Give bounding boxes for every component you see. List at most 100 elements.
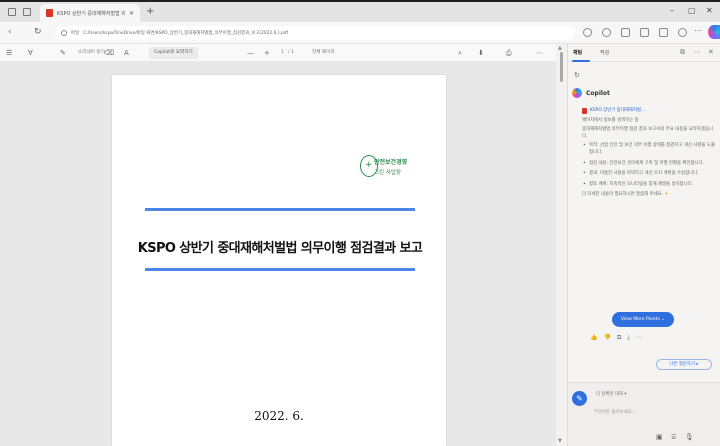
response-intro: 중대재해처벌법 의무이행 점검 결과 보고서의 주요 내용을 요약하겠습니다. (582, 127, 713, 139)
tab-title: KSPO 상반기 중대재해처벌법 의... (57, 10, 125, 17)
workspaces-icon[interactable] (23, 8, 31, 16)
fit-page-button[interactable]: 전체 페이지 (312, 49, 335, 57)
response-outro: 더 자세한 내용이 필요하시면 말씀해 주세요. ✦ (582, 192, 716, 199)
pdf-source-icon (582, 108, 587, 115)
favorites-icon[interactable] (640, 28, 649, 37)
document-date: 2022. 6. (254, 409, 304, 423)
highlight-icon[interactable]: ∀ (28, 48, 33, 58)
scroll-up-icon[interactable]: ▲ (558, 45, 562, 51)
safety-seal-logo: + 안전보건경영 그린 사업장 (360, 153, 434, 183)
address-url[interactable]: C:/Users/kspo/OneDrive/바탕 화면/KSPO_상반기_중대… (83, 30, 288, 36)
tab-compose[interactable]: 작성 (600, 49, 609, 56)
profile-icon[interactable] (8, 8, 16, 16)
pdf-icon (46, 9, 53, 17)
sidebar-close-icon[interactable]: ✕ (708, 48, 714, 56)
open-new-tab-icon[interactable]: ⧉ (680, 48, 685, 57)
favorite-star-icon[interactable] (602, 28, 611, 37)
read-aloud-icon[interactable] (583, 28, 592, 37)
pdf-toolbar: ☰ ∀ ✎ ⌫ A 소리내어 읽기 Copilot로 요약하기 — + 1 / … (0, 44, 567, 62)
erase-icon[interactable]: ⌫ (104, 48, 114, 58)
response-bullets: 목적: 산업 안전 및 보건 의무 이행 상태를 점검하고 개선 사항을 도출합… (582, 143, 716, 188)
read-aloud-button[interactable]: 소리내어 읽기 (78, 49, 105, 57)
sparkle-icon: ✦ (664, 192, 669, 198)
thumbs-up-icon[interactable]: 👍 (590, 334, 597, 342)
file-info-icon[interactable] (61, 30, 67, 36)
seal-cross-icon: + (365, 160, 373, 170)
close-tab-icon[interactable]: ✕ (129, 10, 134, 17)
suggestion-chip[interactable]: 다른 질문하기 ▸ (656, 359, 712, 370)
print-icon[interactable]: ⎙ (506, 48, 512, 58)
source-label[interactable]: KSPO 상반기 중대재해처벌... (590, 108, 645, 115)
browser-window: KSPO 상반기 중대재해처벌법 의... ✕ + – ▢ ✕ ‹ ↻ 파일 C… (0, 0, 720, 446)
more-options-icon[interactable]: ⋯ (536, 48, 543, 58)
seal-line-1: 안전보건경영 (374, 159, 408, 166)
page-total: / 1 (288, 50, 294, 55)
maximize-button[interactable]: ▢ (688, 6, 696, 16)
list-item: 결과: 미흡한 사항을 파악하고 개선 조치 계획을 수립합니다. (582, 171, 716, 178)
minimize-button[interactable]: – (670, 6, 674, 16)
screenshot-icon[interactable]: ⌸ (672, 433, 676, 442)
contents-icon[interactable]: ☰ (6, 48, 12, 58)
copilot-header: Copilot (572, 88, 610, 98)
zoom-out-button[interactable]: — (247, 48, 254, 58)
more-actions-icon[interactable]: ⋯ (636, 334, 642, 342)
collections-icon[interactable] (659, 28, 668, 37)
export-icon[interactable]: ⤓ (627, 334, 630, 342)
source-reference[interactable]: KSPO 상반기 중대재해처벌... (582, 108, 716, 115)
tab-strip: KSPO 상반기 중대재해처벌법 의... ✕ + – ▢ ✕ (0, 2, 720, 22)
list-item: 향후 계획: 지속적인 모니터링을 통해 재발을 방지합니다. (582, 182, 716, 189)
list-item: 목적: 산업 안전 및 보건 의무 이행 상태를 점검하고 개선 사항을 도출합… (582, 143, 716, 156)
outro-text: 더 자세한 내용이 필요하시면 말씀해 주세요. (582, 192, 664, 198)
new-tab-button[interactable]: + (146, 7, 154, 17)
chat-input[interactable]: 무엇이든 물어보세요... (594, 405, 716, 421)
document-viewer[interactable]: + 안전보건경영 그린 사업장 KSPO 상반기 중대재해처벌법 의무이행 점검… (0, 62, 556, 446)
active-tab-indicator (572, 60, 590, 62)
chat-input-dock: ✎ 더 정확한 대화 ▾ 무엇이든 물어보세요... ▣ ⌸ 🎙 (568, 382, 720, 446)
pdf-page: + 안전보건경영 그린 사업장 KSPO 상반기 중대재해처벌법 의무이행 점검… (112, 75, 446, 446)
page-number-input[interactable]: 1 (281, 49, 284, 57)
more-menu-icon[interactable]: ⋯ (694, 26, 703, 35)
thumbs-down-icon[interactable]: 👎 (603, 334, 610, 342)
address-bar[interactable]: 파일 C:/Users/kspo/OneDrive/바탕 화면/KSPO_상반기… (55, 26, 575, 40)
tab-chat[interactable]: 채팅 (573, 49, 582, 56)
copy-icon[interactable]: ⧉ (617, 334, 621, 342)
scroll-thumb[interactable] (560, 52, 563, 82)
seal-line-2: 그린 사업장 (374, 170, 402, 176)
title-rule-top (145, 208, 415, 211)
refresh-chat-icon[interactable]: ↻ (574, 71, 580, 79)
document-title: KSPO 상반기 중대재해처벌법 의무이행 점검결과 보고 (137, 241, 423, 256)
sidebar-tabs: 채팅 작성 ⧉ ⋯ ✕ (568, 44, 720, 62)
list-item: 점검 내용: 안전보건 관리체계 구축 및 이행 현황을 확인합니다. (582, 161, 716, 168)
address-row: ‹ ↻ 파일 C:/Users/kspo/OneDrive/바탕 화면/KSPO… (0, 22, 720, 44)
conversation-mode-select[interactable]: 더 정확한 대화 ▾ (596, 391, 627, 397)
split-screen-icon[interactable] (621, 28, 630, 37)
microphone-icon[interactable]: 🎙 (685, 433, 694, 442)
source-note: 페이지에서 정보를 검색하는 중 (582, 117, 639, 123)
search-icon[interactable]: ⌕ (458, 48, 462, 58)
copilot-logo-icon (572, 88, 582, 98)
address-prefix: 파일 (71, 31, 80, 36)
add-text-icon[interactable]: A (124, 48, 129, 58)
new-topic-button[interactable]: ✎ (572, 391, 587, 406)
tab-pdf-document[interactable]: KSPO 상반기 중대재해처벌법 의... ✕ (40, 4, 140, 22)
image-upload-icon[interactable]: ▣ (656, 433, 663, 442)
back-icon[interactable]: ‹ (8, 27, 12, 38)
draw-icon[interactable]: ✎ (60, 48, 66, 58)
copilot-sidebar: 채팅 작성 ⧉ ⋯ ✕ ↻ Copilot KSPO 상반기 중대재해처벌...… (567, 44, 720, 446)
copilot-sidebar-button[interactable] (708, 25, 720, 39)
close-window-button[interactable]: ✕ (706, 6, 713, 16)
refresh-icon[interactable]: ↻ (34, 27, 42, 38)
copilot-response: KSPO 상반기 중대재해처벌... 페이지에서 정보를 검색하는 중 중대재해… (582, 108, 716, 199)
sidebar-more-icon[interactable]: ⋯ (694, 48, 701, 56)
document-scrollbar[interactable]: ▲ ▼ (556, 44, 567, 446)
save-icon[interactable]: ⬇ (478, 48, 484, 58)
zoom-in-button[interactable]: + (264, 48, 270, 58)
title-rule-bottom (145, 268, 415, 271)
input-tools: ▣ ⌸ 🎙 (656, 433, 694, 442)
extensions-icon[interactable] (678, 28, 687, 37)
feedback-bar: 👍 👎 ⧉ ⤓ ⋯ (590, 334, 642, 342)
copilot-summarize-button[interactable]: Copilot로 요약하기 (149, 47, 198, 59)
assistant-name: Copilot (586, 89, 610, 97)
scroll-down-icon[interactable]: ▼ (558, 438, 562, 444)
show-more-button[interactable]: View More Points ⌄ (612, 312, 674, 327)
